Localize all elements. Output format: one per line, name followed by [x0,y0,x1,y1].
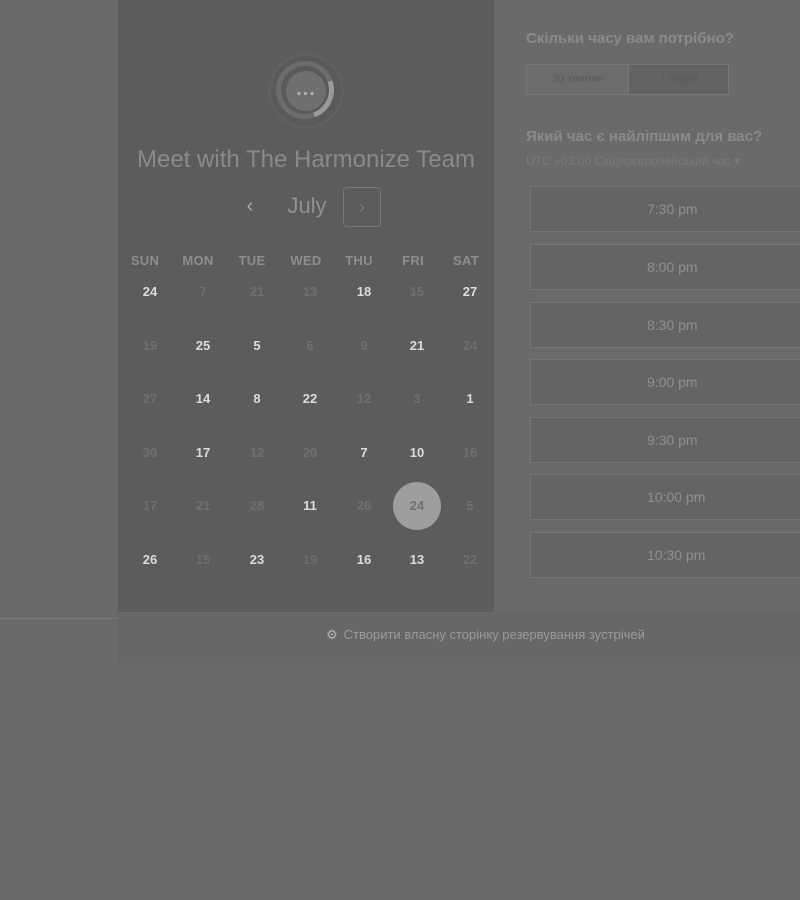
calendar-day: 26 [356,498,372,513]
duration-selector: 30 хвилин 1 годин [526,64,729,95]
calendar-day: 12 [356,391,372,406]
calendar-day: 30 [142,445,158,460]
calendar-day: 24 [462,338,478,353]
calendar-day: 27 [142,391,158,406]
calendar-day[interactable]: 14 [183,389,223,409]
calendar-day[interactable]: 18 [344,282,384,302]
calendar-day: 3 [413,391,421,406]
footer-bar: ⚙ Створити власну сторінку резервування … [118,613,800,661]
calendar-day: 15 [195,552,211,567]
time-slot[interactable]: 8:30 pm [530,302,800,348]
calendar-day[interactable]: 17 [183,443,223,463]
calendar-day-selected[interactable]: 24 [393,482,441,530]
calendar-day[interactable]: 10 [397,443,437,463]
hubspot-icon: ⚙ [326,627,338,642]
calendar-day[interactable]: 5 [237,336,277,356]
calendar-day[interactable]: 22 [290,389,330,409]
calendar-day: 22 [462,552,478,567]
time-slot[interactable]: 7:30 pm [530,186,800,232]
calendar-day: 17 [142,498,158,513]
calendar-day[interactable]: 26 [130,550,170,570]
calendar-day: 28 [249,498,265,513]
calendar-day[interactable]: 16 [344,550,384,570]
time-slot[interactable]: 9:00 pm [530,359,800,405]
calendar-day: 13 [302,284,318,299]
calendar-grid: 24 7 21 13 18 15 27 19 25 5 6 9 21 24 27 14 8 22 12 3 1 30 17 1… [118,0,494,612]
calendar-day[interactable]: 21 [397,336,437,356]
time-slot[interactable]: 9:30 pm [530,417,800,463]
calendar-day: 7 [199,284,207,299]
calendar-day[interactable]: 1 [450,389,490,409]
create-booking-page-link[interactable]: ⚙ Створити власну сторінку резервування … [324,627,645,643]
booking-options: Скільки часу вам потрібно? 30 хвилин 1 г… [526,0,800,612]
create-booking-page-label: Створити власну сторінку резервування зу… [343,627,645,642]
calendar-day[interactable]: 27 [450,282,490,302]
calendar-day[interactable]: 7 [344,443,384,463]
time-slot[interactable]: 10:00 pm [530,474,800,520]
calendar-day: 21 [249,284,265,299]
time-slot[interactable]: 8:00 pm [530,244,800,290]
calendar-day: 15 [409,284,425,299]
calendar-day: 12 [249,445,265,460]
calendar-day[interactable]: 24 [130,282,170,302]
time-slot[interactable]: 10:30 pm [530,532,800,578]
calendar-day[interactable]: 11 [290,496,330,516]
calendar-day: 9 [360,338,368,353]
calendar-day[interactable]: 25 [183,336,223,356]
timezone-dropdown[interactable]: UTC +03:00 Східноєвропейський час ▾ [526,154,740,168]
calendar-day[interactable]: 13 [397,550,437,570]
calendar-day: 6 [306,338,314,353]
calendar-day: 20 [302,445,318,460]
duration-option-30min[interactable]: 30 хвилин [527,65,628,94]
calendar-day: 19 [302,552,318,567]
calendar-day: 19 [142,338,158,353]
calendar-day[interactable]: 23 [237,550,277,570]
calendar-day: 21 [195,498,211,513]
time-question: Який час є найліпшим для вас? [526,128,763,145]
calendar-day: 16 [462,445,478,460]
calendar-day[interactable]: 8 [237,389,277,409]
calendar-day: 5 [466,498,474,513]
duration-option-1h[interactable]: 1 годин [629,65,729,94]
duration-question: Скільки часу вам потрібно? [526,30,734,47]
